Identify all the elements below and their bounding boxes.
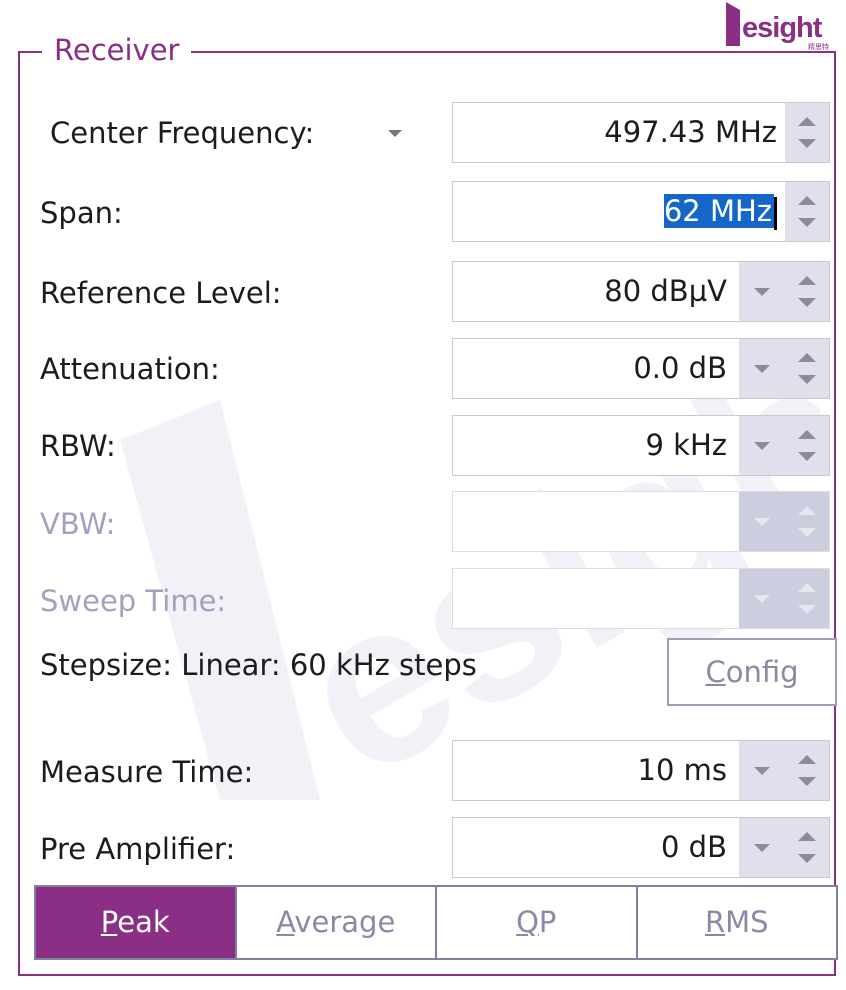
vbw-spinner: [785, 492, 829, 551]
spin-down-icon: [798, 605, 816, 614]
dropdown-arrow-icon[interactable]: [754, 844, 770, 852]
tab-average-label: verage: [294, 905, 396, 939]
reference-level-label: Reference Level:: [40, 276, 282, 310]
rbw-value[interactable]: 9 kHz: [646, 416, 728, 475]
spin-up-icon[interactable]: [798, 117, 816, 126]
tab-qp-label: P: [538, 905, 557, 939]
tab-average-mnemonic: A: [276, 905, 295, 939]
tesight-logo-icon: [726, 2, 740, 46]
rbw-dropdown[interactable]: [739, 416, 785, 475]
tab-peak-mnemonic: P: [100, 905, 118, 939]
span-spinner[interactable]: [785, 182, 829, 241]
tab-average[interactable]: Average: [236, 887, 437, 958]
attenuation-label: Attenuation:: [40, 352, 220, 386]
measure-time-dropdown[interactable]: [739, 741, 785, 800]
sweep-time-field: [452, 568, 830, 629]
dropdown-arrow-icon[interactable]: [754, 365, 770, 373]
measure-time-label: Measure Time:: [40, 755, 254, 789]
rbw-spinner[interactable]: [785, 416, 829, 475]
attenuation-field[interactable]: 0.0 dB: [452, 338, 830, 399]
spin-down-icon[interactable]: [798, 854, 816, 863]
reference-level-spinner[interactable]: [785, 262, 829, 321]
measure-time-field[interactable]: 10 ms: [452, 740, 830, 801]
dropdown-arrow-icon: [754, 518, 770, 526]
tab-rms[interactable]: RMS: [637, 887, 836, 958]
span-value-selected[interactable]: 62 MHz: [663, 194, 774, 228]
span-field[interactable]: 62 MHz: [452, 181, 830, 242]
pre-amplifier-label: Pre Amplifier:: [40, 832, 236, 866]
config-label: onfig: [725, 655, 799, 689]
pre-amplifier-field[interactable]: 0 dB: [452, 817, 830, 878]
group-title: Receiver: [42, 30, 192, 70]
logo-subtext: 精思特: [808, 43, 829, 51]
spin-up-icon: [798, 583, 816, 592]
spin-down-icon[interactable]: [798, 298, 816, 307]
dropdown-arrow-icon: [754, 595, 770, 603]
spin-up-icon[interactable]: [798, 755, 816, 764]
detector-tabs: Peak Average QP RMS: [34, 885, 838, 960]
span-value-wrap[interactable]: 62 MHz: [663, 182, 777, 241]
center-frequency-field[interactable]: 497.43 MHz: [452, 102, 830, 163]
vbw-field: [452, 491, 830, 552]
spin-down-icon[interactable]: [798, 218, 816, 227]
dropdown-arrow-icon[interactable]: [754, 767, 770, 775]
spin-up-icon[interactable]: [798, 276, 816, 285]
tab-qp-mnemonic: Q: [516, 905, 539, 939]
spin-down-icon[interactable]: [798, 375, 816, 384]
spin-up-icon[interactable]: [798, 353, 816, 362]
config-mnemonic: C: [705, 655, 726, 689]
spin-down-icon: [798, 528, 816, 537]
pre-amplifier-value[interactable]: 0 dB: [661, 818, 727, 877]
stepsize-text: Stepsize: Linear: 60 kHz steps: [40, 648, 477, 682]
attenuation-value[interactable]: 0.0 dB: [633, 339, 727, 398]
spin-down-icon[interactable]: [798, 139, 816, 148]
tesight-logo: esight 精思特: [724, 0, 836, 51]
vbw-dropdown: [739, 492, 785, 551]
sweep-time-spinner: [785, 569, 829, 628]
measure-time-value[interactable]: 10 ms: [638, 741, 727, 800]
spin-down-icon[interactable]: [798, 777, 816, 786]
dropdown-arrow-icon[interactable]: [754, 288, 770, 296]
tab-rms-mnemonic: R: [704, 905, 726, 939]
pre-amplifier-spinner[interactable]: [785, 818, 829, 877]
spin-up-icon[interactable]: [798, 196, 816, 205]
tab-peak[interactable]: Peak: [36, 887, 237, 958]
tab-qp[interactable]: QP: [437, 887, 638, 958]
measure-time-spinner[interactable]: [785, 741, 829, 800]
spin-up-icon[interactable]: [798, 430, 816, 439]
center-frequency-spinner[interactable]: [785, 103, 829, 162]
center-frequency-label: Center Frequency:: [50, 116, 315, 150]
tab-rms-label: MS: [725, 905, 769, 939]
dropdown-arrow-icon[interactable]: [754, 442, 770, 450]
center-frequency-value[interactable]: 497.43 MHz: [604, 103, 777, 162]
vbw-label: VBW:: [40, 507, 116, 541]
spin-up-icon: [798, 506, 816, 515]
reference-level-dropdown[interactable]: [739, 262, 785, 321]
rbw-field[interactable]: 9 kHz: [452, 415, 830, 476]
span-label: Span:: [40, 196, 123, 230]
reference-level-field[interactable]: 80 dBµV: [452, 261, 830, 322]
text-caret: [774, 196, 777, 230]
config-button[interactable]: Config: [667, 638, 837, 706]
rbw-label: RBW:: [40, 429, 116, 463]
center-frequency-mode-dropdown-arrow-icon[interactable]: [388, 130, 402, 137]
spin-down-icon[interactable]: [798, 452, 816, 461]
spin-up-icon[interactable]: [798, 832, 816, 841]
logo-text: esight: [742, 12, 822, 44]
reference-level-value[interactable]: 80 dBµV: [604, 262, 727, 321]
attenuation-dropdown[interactable]: [739, 339, 785, 398]
pre-amplifier-dropdown[interactable]: [739, 818, 785, 877]
sweep-time-dropdown: [739, 569, 785, 628]
tab-peak-label: eak: [117, 905, 170, 939]
sweep-time-label: Sweep Time:: [40, 584, 227, 618]
attenuation-spinner[interactable]: [785, 339, 829, 398]
